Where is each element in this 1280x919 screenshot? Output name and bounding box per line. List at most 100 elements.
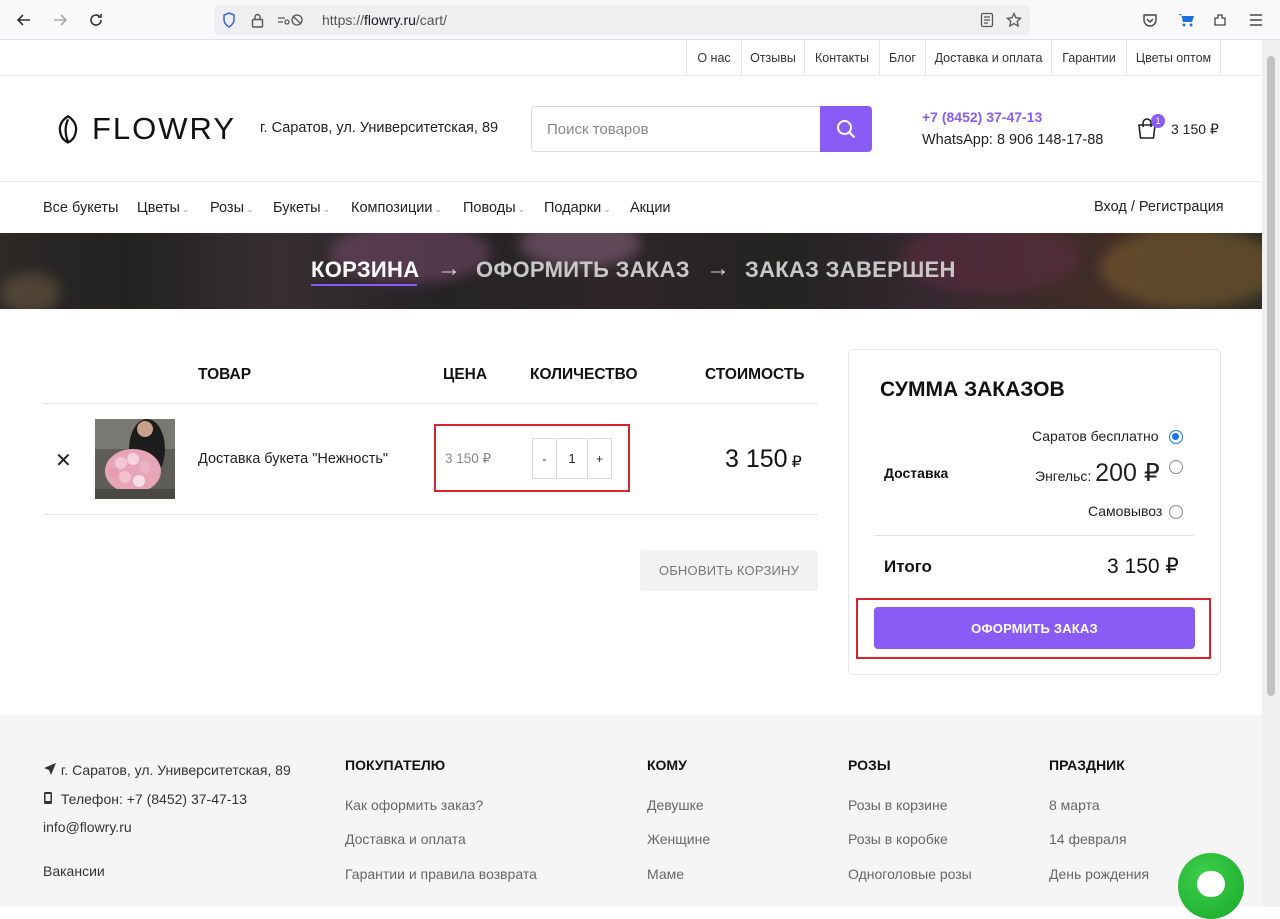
header-whatsapp-link[interactable]: WhatsApp: 8 906 148-17-88 <box>922 132 1103 148</box>
footer-link[interactable]: Розы в коробке <box>848 831 948 847</box>
shipping-option-saratov-radio[interactable] <box>1169 430 1183 444</box>
reload-icon[interactable] <box>84 8 108 32</box>
top-link-guarantees[interactable]: Гарантии <box>1051 40 1126 76</box>
footer-link[interactable]: Девушке <box>647 797 704 813</box>
nav-item-gifts[interactable]: Подарки ⌄ <box>544 200 611 216</box>
address-bar[interactable]: https://flowry.ru/cart/ <box>214 5 1030 35</box>
nav-item-sales[interactable]: Акции <box>630 200 671 216</box>
back-icon[interactable] <box>12 8 36 32</box>
totals-divider <box>874 535 1194 536</box>
header-cart-total: 3 150 ₽ <box>1171 121 1219 137</box>
nav-item-compositions[interactable]: Композиции ⌄ <box>351 200 442 216</box>
column-header-product: ТОВАР <box>198 366 252 383</box>
mobile-phone-icon <box>44 792 52 804</box>
quantity-input[interactable]: 1 <box>557 439 587 478</box>
step-checkout[interactable]: ОФОРМИТЬ ЗАКАЗ <box>476 257 690 283</box>
footer-link[interactable]: Как оформить заказ? <box>345 797 483 813</box>
chat-widget-button[interactable] <box>1178 853 1244 919</box>
footer-column-title-recipient: КОМУ <box>647 757 687 773</box>
footer-link[interactable]: Одноголовые розы <box>848 866 972 882</box>
cart-count-badge: 1 <box>1151 114 1165 128</box>
product-thumbnail[interactable] <box>95 419 175 499</box>
totals-title: СУММА ЗАКАЗОВ <box>880 378 1065 401</box>
checkout-button[interactable]: ОФОРМИТЬ ЗАКАЗ <box>874 607 1195 649</box>
quantity-decrease-button[interactable]: - <box>533 439 557 478</box>
footer-column-title-roses: РОЗЫ <box>848 757 891 773</box>
permissions-icon[interactable] <box>276 11 306 29</box>
footer-link[interactable]: Доставка и оплата <box>345 831 466 847</box>
update-cart-button[interactable]: ОБНОВИТЬ КОРЗИНУ <box>640 550 818 591</box>
extensions-icon[interactable] <box>1208 8 1232 32</box>
table-divider <box>43 403 818 404</box>
column-header-price: ЦЕНА <box>443 366 488 383</box>
pocket-icon[interactable] <box>1138 8 1162 32</box>
top-link-contacts[interactable]: Контакты <box>804 40 879 76</box>
footer-column-title-customers: ПОКУПАТЕЛЮ <box>345 757 446 773</box>
footer-link[interactable]: Гарантии и правила возврата <box>345 866 537 882</box>
top-links-bar: О нас Отзывы Контакты Блог Доставка и оп… <box>0 40 1262 76</box>
reader-view-icon[interactable] <box>978 11 996 29</box>
chevron-down-icon: ⌄ <box>246 204 254 214</box>
footer-link[interactable]: Розы в корзине <box>848 797 948 813</box>
step-cart[interactable]: КОРЗИНА <box>311 257 419 283</box>
quantity-increase-button[interactable]: + <box>587 439 611 478</box>
shipping-label: Доставка <box>884 465 949 481</box>
nav-item-occasions[interactable]: Поводы ⌄ <box>463 200 525 216</box>
column-header-quantity: КОЛИЧЕСТВО <box>530 366 638 383</box>
top-link-wholesale[interactable]: Цветы оптом <box>1126 40 1221 76</box>
shopping-cart-extension-icon[interactable] <box>1174 8 1198 32</box>
bookmark-star-icon[interactable] <box>1005 11 1023 29</box>
header-phone-link[interactable]: +7 (8452) 37-47-13 <box>922 109 1042 125</box>
footer-vacancies-link[interactable]: Вакансии <box>43 863 105 879</box>
page-scrollbar[interactable] <box>1262 40 1280 907</box>
shipping-option-pickup-label[interactable]: Самовывоз <box>1088 503 1162 519</box>
header-address: г. Саратов, ул. Университетская, 89 <box>260 120 499 136</box>
search-input[interactable]: Поиск товаров <box>531 106 821 152</box>
arrow-right-icon: → <box>437 255 461 282</box>
shipping-option-engels-radio[interactable] <box>1169 460 1183 474</box>
logo-leaf-icon <box>58 114 78 144</box>
chevron-down-icon: ⌄ <box>603 204 611 214</box>
footer-email-link[interactable]: info@flowry.ru <box>43 819 132 835</box>
step-order-complete: ЗАКАЗ ЗАВЕРШЕН <box>745 257 956 282</box>
shipping-option-pickup-radio[interactable] <box>1169 505 1183 519</box>
browser-toolbar: https://flowry.ru/cart/ <box>0 0 1280 40</box>
shield-icon[interactable] <box>220 11 238 29</box>
product-subtotal: 3 150 ₽ <box>725 445 802 473</box>
chevron-down-icon: ⌄ <box>322 204 331 214</box>
lock-icon[interactable] <box>248 11 266 29</box>
footer-link[interactable]: Маме <box>647 866 684 882</box>
order-total-value: 3 150 ₽ <box>1107 555 1179 578</box>
search-button[interactable] <box>820 106 872 152</box>
nav-item-flowers[interactable]: Цветы ⌄ <box>137 200 189 216</box>
site-logo[interactable]: FLOWRY <box>56 108 236 150</box>
chevron-down-icon: ⌄ <box>181 204 190 214</box>
search-icon <box>837 120 856 139</box>
nav-item-bouquets[interactable]: Букеты ⌄ <box>273 200 330 216</box>
logo-text: FLOWRY <box>91 111 236 146</box>
footer-link[interactable]: День рождения <box>1049 866 1149 882</box>
product-name-link[interactable]: Доставка букета "Нежность" <box>198 451 388 467</box>
location-arrow-icon <box>44 763 56 775</box>
top-link-blog[interactable]: Блог <box>879 40 925 76</box>
shipping-option-engels-label[interactable]: Энгельс: 200 ₽ <box>1035 458 1160 488</box>
top-link-reviews[interactable]: Отзывы <box>741 40 804 76</box>
footer-phone[interactable]: Телефон: +7 (8452) 37-47-13 <box>43 791 247 807</box>
menu-icon[interactable] <box>1244 8 1268 32</box>
footer-link[interactable]: Женщине <box>647 831 710 847</box>
footer-link[interactable]: 14 февраля <box>1049 831 1127 847</box>
nav-item-roses[interactable]: Розы ⌄ <box>210 200 254 216</box>
order-total-label: Итого <box>884 557 932 576</box>
top-link-delivery[interactable]: Доставка и оплата <box>925 40 1051 76</box>
login-register-link[interactable]: Вход / Регистрация <box>1094 199 1224 215</box>
shipping-option-saratov-label[interactable]: Саратов бесплатно <box>1032 428 1159 444</box>
top-link-about[interactable]: О нас <box>686 40 741 76</box>
scrollbar-thumb[interactable] <box>1267 56 1275 696</box>
nav-item-all-bouquets[interactable]: Все букеты <box>43 200 118 216</box>
chat-bubble-icon <box>1197 871 1225 897</box>
forward-icon[interactable] <box>48 8 72 32</box>
url-text[interactable]: https://flowry.ru/cart/ <box>322 12 447 28</box>
remove-item-icon[interactable]: ✕ <box>55 448 72 473</box>
footer-link[interactable]: 8 марта <box>1049 797 1100 813</box>
chevron-down-icon: ⌄ <box>434 204 443 214</box>
